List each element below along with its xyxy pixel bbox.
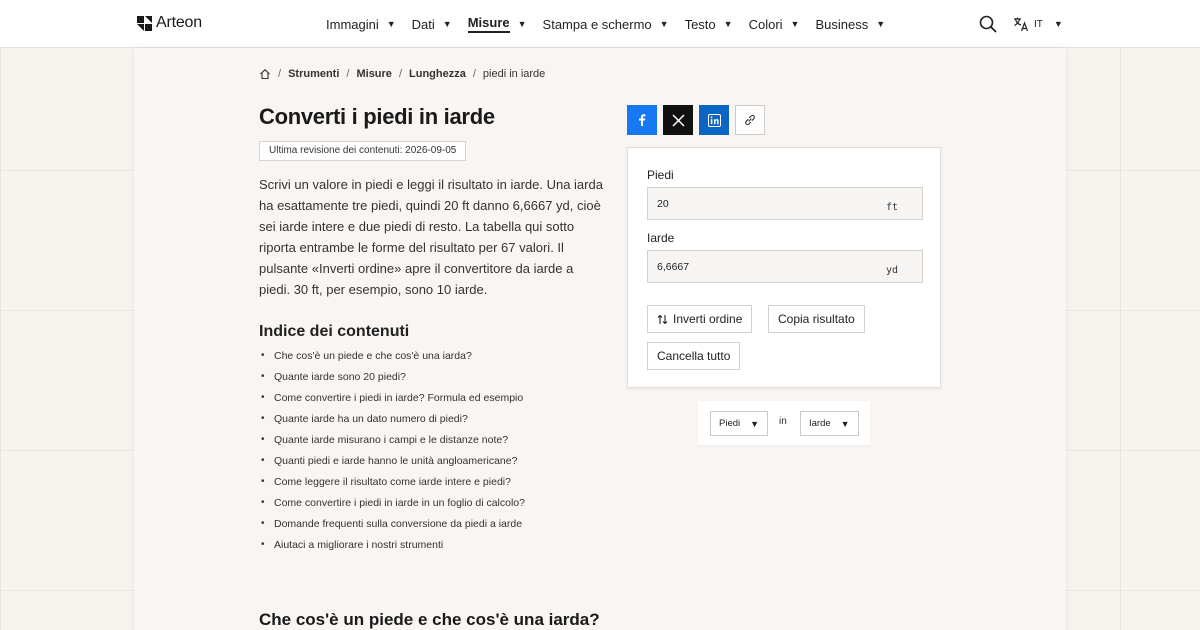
- breadcrumb-separator: /: [278, 68, 282, 80]
- home-icon[interactable]: [259, 68, 271, 80]
- nav-item-stampa-e-schermo[interactable]: Stampa e schermo ▼: [543, 17, 669, 32]
- feet-value: 20: [657, 198, 669, 210]
- chevron-down-icon: ▼: [840, 418, 850, 429]
- copy-result-label: Copia risultato: [778, 312, 855, 326]
- chevron-down-icon: ▼: [790, 19, 800, 29]
- x-icon: [671, 113, 685, 127]
- toc-title: Indice dei contenuti: [259, 323, 410, 340]
- chevron-down-icon: ▼: [1053, 19, 1063, 29]
- toc-item[interactable]: Che cos'è un piede e che cos'è una iarda…: [259, 349, 525, 370]
- nav-label: Business: [815, 16, 869, 32]
- chevron-down-icon: ▼: [750, 418, 760, 429]
- feet-unit: ft: [885, 202, 898, 213]
- brand-name: Arteon: [156, 14, 202, 31]
- facebook-icon: [639, 114, 646, 126]
- copy-result-button[interactable]: Copia risultato: [768, 305, 865, 333]
- nav-label: Immagini: [326, 16, 379, 32]
- chevron-down-icon: ▼: [659, 19, 669, 29]
- chevron-down-icon: ▼: [517, 19, 527, 29]
- page-title: Converti i piedi in iarde: [259, 104, 495, 129]
- share-linkedin-button[interactable]: [699, 105, 729, 135]
- share-facebook-button[interactable]: [627, 105, 657, 135]
- share-buttons: [627, 105, 765, 135]
- breadcrumb: / Strumenti / Misure / Lunghezza / piedi…: [259, 68, 545, 80]
- converter-panel: Piedi 20 ft Iarde 6,6667 yd Inverti ordi…: [627, 147, 941, 388]
- unit-selector: Piedi ▼ in Iarde ▼: [698, 401, 870, 445]
- toc-item[interactable]: Aiutaci a migliorare i nostri strumenti: [259, 538, 525, 559]
- nav-label: Colori: [748, 16, 783, 32]
- toc-item[interactable]: Quante iarde sono 20 piedi?: [259, 370, 525, 391]
- from-label: Piedi: [647, 168, 674, 182]
- main-content: / Strumenti / Misure / Lunghezza / piedi…: [134, 48, 1066, 630]
- toc-item[interactable]: Come convertire i piedi in iarde in un f…: [259, 496, 525, 517]
- toc-item[interactable]: Come convertire i piedi in iarde? Formul…: [259, 391, 525, 412]
- toc-item[interactable]: Come leggere il risultato come iarde int…: [259, 475, 525, 496]
- nav-label: Dati: [411, 16, 435, 32]
- intro-paragraph: Scrivi un valore in piedi e leggi il ris…: [259, 177, 603, 297]
- from-unit-select[interactable]: Piedi ▼: [710, 411, 768, 436]
- nav-item-testo[interactable]: Testo ▼: [685, 17, 733, 32]
- nav-item-immagini[interactable]: Immagini ▼: [326, 17, 396, 32]
- chevron-down-icon: ▼: [386, 19, 396, 29]
- breadcrumb-lunghezza[interactable]: Lunghezza: [409, 68, 466, 80]
- nav-item-misure[interactable]: Misure ▼: [467, 15, 527, 33]
- yards-value: 6,6667: [657, 261, 690, 273]
- chevron-down-icon: ▼: [876, 19, 886, 29]
- section-title: Che cos'è un piede e che cos'è una iarda…: [259, 610, 600, 629]
- nav-label: Testo: [684, 16, 716, 32]
- chevron-down-icon: ▼: [723, 19, 733, 29]
- revision-badge: Ultima revisione dei contenuti: 2026-09-…: [259, 141, 467, 161]
- breadcrumb-separator: /: [346, 68, 350, 80]
- nav-label: Stampa e schermo: [542, 16, 652, 32]
- arteon-logo-icon: [137, 15, 152, 31]
- toc-item[interactable]: Quanti piedi e iarde hanno le unità angl…: [259, 454, 525, 475]
- to-label: Iarde: [647, 231, 675, 245]
- to-unit-value: Iarde: [809, 418, 831, 429]
- top-navigation-bar: Arteon Immagini ▼ Dati ▼ Misure ▼ Stampa e …: [0, 0, 1200, 48]
- translate-icon: [1014, 17, 1029, 32]
- nav-item-colori[interactable]: Colori ▼: [749, 17, 800, 32]
- link-icon: [745, 114, 755, 126]
- nav-item-dati[interactable]: Dati ▼: [412, 17, 452, 32]
- yards-unit: yd: [885, 265, 898, 276]
- unit-connector: in: [779, 416, 787, 427]
- breadcrumb-separator: /: [472, 68, 476, 80]
- to-unit-select[interactable]: Iarde ▼: [800, 411, 859, 436]
- swap-icon: [657, 314, 668, 324]
- table-of-contents: Che cos'è un piede e che cos'è una iarda…: [259, 349, 525, 559]
- language-code: IT: [1034, 18, 1043, 30]
- chevron-down-icon: ▼: [442, 19, 452, 29]
- breadcrumb-separator: /: [398, 68, 402, 80]
- nav-label: Misure: [467, 15, 510, 33]
- language-selector[interactable]: IT ▼: [1013, 16, 1063, 32]
- brand-logo[interactable]: Arteon: [137, 14, 202, 32]
- breadcrumb-strumenti[interactable]: Strumenti: [288, 68, 339, 80]
- toc-item[interactable]: Quante iarde misurano i campi e le dista…: [259, 433, 525, 454]
- share-x-button[interactable]: [663, 105, 693, 135]
- breadcrumb-misure[interactable]: Misure: [356, 68, 391, 80]
- feet-input[interactable]: 20 ft: [647, 187, 923, 220]
- search-icon[interactable]: [979, 15, 997, 33]
- clear-all-label: Cancella tutto: [657, 349, 731, 363]
- swap-order-label: Inverti ordine: [673, 312, 743, 326]
- from-unit-value: Piedi: [719, 418, 741, 429]
- linkedin-icon: [707, 113, 721, 127]
- toc-item[interactable]: Quante iarde ha un dato numero di piedi?: [259, 412, 525, 433]
- breadcrumb-current: piedi in iarde: [482, 68, 546, 80]
- main-nav: Immagini ▼ Dati ▼ Misure ▼ Stampa e schermo…: [326, 0, 901, 48]
- copy-link-button[interactable]: [735, 105, 765, 135]
- toc-item[interactable]: Domande frequenti sulla conversione da p…: [259, 517, 525, 538]
- nav-item-business[interactable]: Business ▼: [815, 17, 885, 32]
- clear-all-button[interactable]: Cancella tutto: [647, 342, 741, 370]
- yards-input[interactable]: 6,6667 yd: [647, 250, 923, 283]
- swap-order-button[interactable]: Inverti ordine: [647, 305, 753, 333]
